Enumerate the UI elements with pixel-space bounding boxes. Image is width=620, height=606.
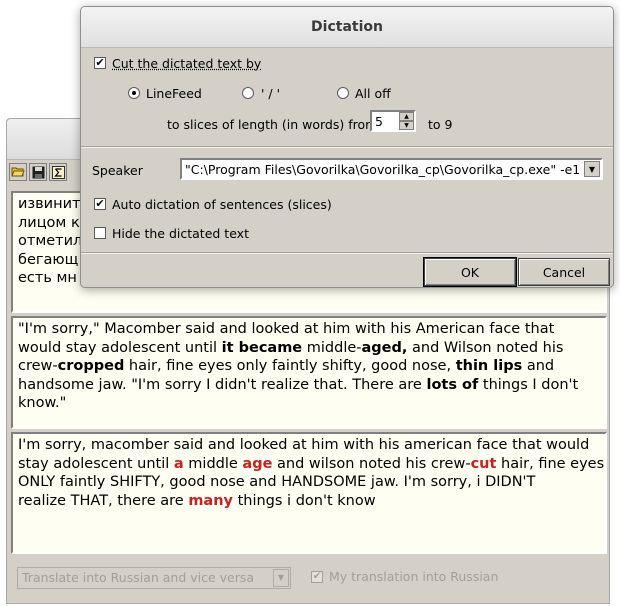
cut-text-label: Cut the dictated text by: [112, 56, 262, 71]
chevron-down-icon[interactable]: ▼: [584, 161, 600, 177]
text-span: would stay adolescent until: [18, 339, 222, 356]
slices-from-stepper[interactable]: 5 ▲ ▼: [370, 110, 416, 132]
highlighted-word: many: [188, 492, 233, 509]
text-line: handsome jaw. "I'm sorry I didn't realiz…: [18, 376, 600, 395]
text-span: and wilson noted his crew-: [272, 455, 471, 472]
text-span: handsome jaw. "I'm sorry I didn't realiz…: [18, 376, 427, 393]
text-span: I'm sorry, macomber said and looked at h…: [18, 437, 590, 453]
text-line: know.": [18, 394, 600, 413]
text-span: things i don't know: [232, 492, 376, 509]
text-line: ONLY faintly SHIFTY, good nose and HANDS…: [18, 473, 600, 492]
text-span: hair, fine eyes: [496, 455, 605, 472]
slices-from-value: 5: [375, 114, 383, 129]
text-span: middle: [183, 455, 243, 472]
radio-linefeed[interactable]: [128, 87, 140, 99]
auto-dictation-label: Auto dictation of sentences (slices): [112, 197, 332, 212]
text-span: stay adolescent until: [18, 455, 174, 472]
text-line: I'm sorry, macomber said and looked at h…: [18, 436, 600, 455]
bold-word: aged,: [361, 339, 408, 356]
chevron-down-icon[interactable]: ▼: [273, 569, 289, 587]
translate-select-value: Translate into Russian and vice versa: [22, 570, 255, 585]
stepper-up-icon[interactable]: ▲: [399, 112, 414, 121]
bold-word: lots of: [426, 376, 479, 393]
text-span: and: [522, 358, 555, 374]
speaker-select[interactable]: "C:\Program Files\Govorilka\Govorilka_cp…: [180, 158, 603, 180]
speaker-value: "C:\Program Files\Govorilka\Govorilka_cp…: [185, 162, 597, 177]
bold-word: cropped: [57, 358, 125, 374]
text-line: "I'm sorry," Macomber said and looked at…: [18, 320, 600, 339]
english-original-pane[interactable]: "I'm sorry," Macomber said and looked at…: [11, 316, 607, 429]
text-span: and Wilson noted his: [407, 339, 564, 356]
bold-word: it became: [221, 339, 303, 356]
speaker-label: Speaker: [92, 163, 143, 178]
hide-text-label: Hide the dictated text: [112, 226, 249, 241]
divider: [81, 146, 613, 148]
text-span: hair, fine eyes only faintly shifty, goo…: [124, 358, 456, 374]
my-translation-label: My translation into Russian: [329, 569, 499, 584]
text-line: crew-cropped hair, fine eyes only faintl…: [18, 357, 600, 376]
bold-word: thin lips: [455, 358, 523, 374]
hide-text-checkbox[interactable]: [94, 227, 106, 239]
radio-all-off-label: All off: [355, 86, 391, 101]
my-translation-checkbox[interactable]: ✔: [311, 570, 323, 583]
auto-dictation-checkbox[interactable]: ✔: [94, 198, 106, 210]
highlighted-word: cut: [470, 455, 497, 472]
dialog-title: Dictation: [81, 7, 613, 48]
radio-all-off[interactable]: [337, 87, 349, 99]
sum-icon[interactable]: [49, 163, 67, 181]
bottom-bar: Translate into Russian and vice versa ▼ …: [7, 559, 609, 603]
text-span: know.": [18, 395, 67, 411]
ok-button[interactable]: OK: [423, 257, 517, 287]
radio-slash[interactable]: [242, 87, 254, 99]
text-line: stay adolescent until a middle age and w…: [18, 455, 604, 474]
highlighted-word: a: [173, 455, 184, 472]
slices-to-label: to 9: [428, 117, 453, 132]
save-icon[interactable]: [29, 163, 47, 181]
text-span: middle-: [302, 339, 362, 356]
open-folder-icon[interactable]: [9, 163, 27, 181]
radio-linefeed-label: LineFeed: [146, 86, 202, 101]
text-span: ONLY faintly SHIFTY, good nose and HANDS…: [18, 474, 536, 490]
my-translation-option[interactable]: ✔ My translation into Russian: [311, 569, 498, 584]
stepper-down-icon[interactable]: ▼: [399, 121, 414, 130]
cancel-button[interactable]: Cancel: [518, 258, 610, 286]
dictation-dialog: Dictation ✔ Cut the dictated text by Lin…: [80, 6, 614, 288]
text-span: things I don't: [478, 376, 579, 393]
cut-text-checkbox[interactable]: ✔: [94, 57, 106, 69]
text-line: realize THAT, there are many things i do…: [18, 492, 600, 511]
text-span: "I'm sorry," Macomber said and looked at…: [18, 321, 555, 337]
radio-slash-label: ' / ': [261, 86, 281, 101]
text-span: crew-: [18, 358, 58, 374]
dictated-text-pane[interactable]: I'm sorry, macomber said and looked at h…: [11, 432, 607, 554]
text-line: would stay adolescent until it became mi…: [18, 339, 600, 358]
highlighted-word: age: [242, 455, 273, 472]
toolbar: [9, 163, 67, 183]
divider: [81, 252, 613, 254]
translate-direction-select[interactable]: Translate into Russian and vice versa ▼: [17, 567, 291, 589]
slices-label: to slices of length (in words) from: [167, 117, 378, 132]
text-span: realize THAT, there are: [18, 492, 189, 509]
